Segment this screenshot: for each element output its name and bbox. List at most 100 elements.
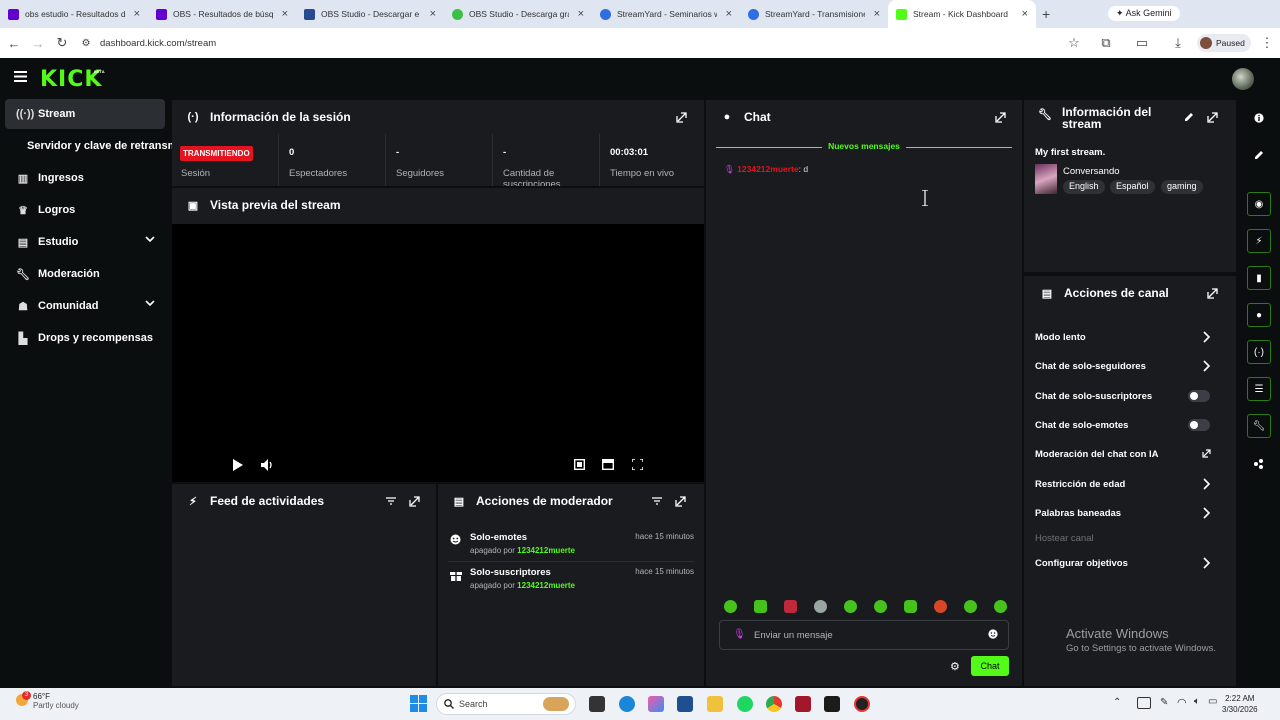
play-icon[interactable] [233, 459, 243, 471]
tray-app-icon[interactable] [1137, 697, 1151, 709]
windows-start-icon[interactable] [410, 695, 427, 712]
emoji-icon[interactable] [988, 629, 998, 639]
emote-icon[interactable] [844, 600, 857, 613]
new-messages-label[interactable]: Nuevos mensajes [822, 141, 906, 151]
emote-icon[interactable] [814, 600, 827, 613]
popout-icon[interactable] [1207, 287, 1219, 299]
emote-icon[interactable] [904, 600, 917, 613]
channel-action-slow-mode[interactable]: Modo lento [1035, 332, 1215, 343]
chevron-right-icon[interactable] [1203, 507, 1213, 519]
chevron-up-icon[interactable]: ⌃ [1113, 697, 1121, 708]
popout-icon[interactable] [409, 495, 421, 507]
browser-tab[interactable]: OBS Studio - Descargar e ins × [296, 0, 444, 28]
channel-action-banned-words[interactable]: Palabras baneadas [1035, 508, 1215, 519]
emote-icon[interactable] [784, 600, 797, 613]
filter-icon[interactable] [651, 495, 663, 507]
broadcast-tool-button[interactable]: (·) [1247, 340, 1271, 364]
stream-preview-video[interactable] [172, 224, 704, 482]
user-avatar[interactable] [1232, 68, 1254, 90]
forward-arrow-icon[interactable]: → [26, 31, 50, 55]
wrench-tool-button[interactable]: 🔧︎ [1247, 414, 1271, 438]
browser-tab[interactable]: StreamYard - Seminarios web × [592, 0, 740, 28]
extensions-icon[interactable]: ⧉ [1094, 31, 1118, 55]
bookmark-star-icon[interactable]: ☆ [1062, 31, 1086, 55]
sidebar-item-drops[interactable]: ▙ Drops y recompensas [5, 323, 165, 353]
add-widget-icon[interactable] [1247, 452, 1271, 476]
list-tool-button[interactable]: ☰ [1247, 377, 1271, 401]
close-icon[interactable]: × [578, 8, 584, 20]
send-chat-button[interactable]: Chat [971, 656, 1009, 676]
copilot-icon[interactable] [648, 696, 664, 712]
channel-action-age-restriction[interactable]: Restricción de edad [1035, 479, 1215, 490]
activity-tool-button[interactable]: ⚡︎ [1247, 229, 1271, 253]
emotes-only-toggle[interactable] [1188, 419, 1210, 431]
pip-icon[interactable] [602, 459, 614, 470]
chat-tool-button[interactable]: ● [1247, 303, 1271, 327]
theater-mode-icon[interactable] [574, 459, 585, 470]
app-icon[interactable] [824, 696, 840, 712]
chevron-right-icon[interactable] [1203, 478, 1213, 490]
browser-tab[interactable]: obs estudio - Resultados de × [0, 0, 148, 28]
wifi-icon[interactable]: ◠ [1177, 696, 1187, 709]
popout-icon[interactable] [675, 495, 687, 507]
tag-chip[interactable]: English [1063, 180, 1105, 194]
mod-action-user[interactable]: 1234212muerte [517, 581, 575, 590]
volume-icon[interactable]: 🔈︎ [1194, 696, 1200, 707]
file-explorer-icon[interactable] [707, 696, 723, 712]
close-icon[interactable]: × [726, 8, 732, 20]
tag-chip[interactable]: Español [1110, 180, 1155, 194]
store-icon[interactable] [677, 696, 693, 712]
sidebar-item-ingresos[interactable]: ▥ Ingresos [5, 163, 165, 193]
emote-icon[interactable] [934, 600, 947, 613]
chat-message-input[interactable]: 🎙︎ Enviar un mensaje [719, 620, 1009, 650]
profile-button[interactable]: Paused [1197, 34, 1251, 52]
chevron-right-icon[interactable] [1203, 557, 1213, 569]
taskbar-search[interactable]: Search [436, 693, 576, 715]
download-icon[interactable]: ⤓ [1166, 31, 1190, 55]
sidebar-item-logros[interactable]: ♛ Logros [5, 195, 165, 225]
menu-kebab-icon[interactable]: ⋮ [1255, 31, 1279, 55]
browser-tab[interactable]: OBS Studio - Descarga gratu × [444, 0, 592, 28]
browser-tab[interactable]: StreamYard - Transmisione × [740, 0, 888, 28]
emote-icon[interactable] [754, 600, 767, 613]
chevron-right-icon[interactable] [1203, 360, 1213, 372]
popout-icon[interactable] [995, 111, 1007, 123]
reload-icon[interactable]: ↻ [50, 31, 74, 55]
sidebar-item-stream[interactable]: ((·)) Stream [5, 99, 165, 129]
filter-icon[interactable] [385, 495, 397, 507]
task-view-icon[interactable] [589, 696, 605, 712]
weather-widget[interactable]: 3 66°F Partly cloudy [16, 691, 79, 710]
sidebar-item-server-key[interactable]: Servidor y clave de retransmisión [16, 131, 172, 161]
emote-icon[interactable] [964, 600, 977, 613]
popout-icon[interactable] [676, 111, 688, 123]
subscribers-only-toggle[interactable] [1188, 390, 1210, 402]
browser-tab-active[interactable]: Stream - Kick Dashboard × [888, 0, 1036, 28]
fullscreen-icon[interactable] [632, 459, 643, 470]
sidebar-item-comunidad[interactable]: ☗ Comunidad [5, 291, 165, 321]
clipboard-tool-button[interactable]: ▮ [1247, 266, 1271, 290]
info-icon[interactable] [1247, 106, 1271, 130]
popout-icon[interactable] [1207, 111, 1219, 123]
close-icon[interactable]: × [430, 8, 436, 20]
channel-action-ai-moderation[interactable]: Moderación del chat con IA [1035, 449, 1215, 460]
sidebar-item-moderacion[interactable]: 🔧︎ Moderación [5, 259, 165, 289]
edge-icon[interactable] [619, 696, 635, 712]
close-icon[interactable]: × [1022, 8, 1028, 20]
taskbar-clock[interactable]: 2:22 AM 3/30/2026 [1222, 693, 1258, 715]
chrome-icon[interactable] [766, 696, 782, 712]
battery-icon[interactable]: ▭ [1208, 696, 1217, 707]
back-arrow-icon[interactable]: ← [2, 31, 26, 55]
close-icon[interactable]: × [874, 8, 880, 20]
obs-icon[interactable] [854, 696, 870, 712]
tag-chip[interactable]: gaming [1161, 180, 1203, 194]
edit-pencil-icon[interactable] [1247, 143, 1271, 167]
close-icon[interactable]: × [282, 8, 288, 20]
emote-icon[interactable] [874, 600, 887, 613]
volume-icon[interactable] [261, 459, 274, 471]
channel-action-goals[interactable]: Configurar objetivos [1035, 558, 1215, 569]
hamburger-menu-icon[interactable] [14, 71, 27, 82]
emote-icon[interactable] [724, 600, 737, 613]
url-field[interactable]: dashboard.kick.com/stream [100, 38, 1060, 49]
category-name[interactable]: Conversando [1063, 166, 1120, 177]
pen-icon[interactable]: ✎ [1160, 697, 1168, 708]
